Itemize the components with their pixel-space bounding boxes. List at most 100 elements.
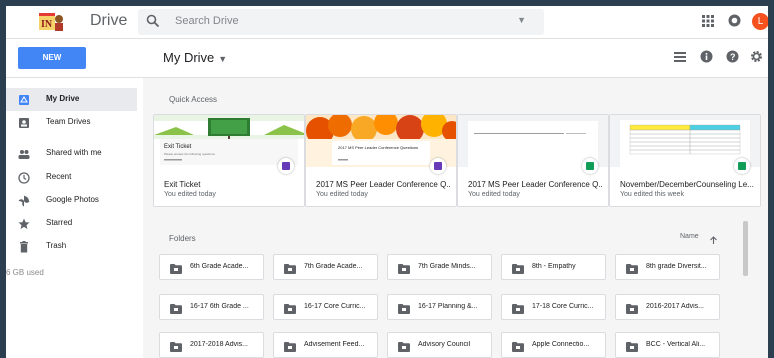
folder-name: 17-18 Core Curric... [532, 303, 594, 310]
team-drives-icon [18, 116, 30, 134]
sheets-icon [734, 158, 750, 174]
notifications-icon[interactable] [728, 14, 741, 32]
quick-access-card[interactable]: 2017 MS Peer Leader Conference Questions… [305, 114, 457, 207]
search-bar[interactable]: Search Drive ▼ [138, 9, 544, 35]
folder-name: 16-17 Planning &... [418, 303, 478, 310]
sidebar-item-label: Starred [46, 218, 73, 227]
folder-icon [626, 261, 638, 279]
folder-item[interactable]: 6th Grade Acade... [159, 254, 264, 280]
folder-item[interactable]: 7th Grade Acade... [273, 254, 378, 280]
folder-name: 7th Grade Minds... [418, 263, 476, 270]
folder-icon [512, 261, 524, 279]
sidebar-item-label: Recent [46, 172, 72, 181]
sidebar-item-label: My Drive [46, 94, 80, 103]
file-subtitle: You edited today [316, 191, 368, 198]
folder-name: 16-17 Core Curric... [304, 303, 366, 310]
my-drive-menu[interactable]: My Drive ▼ [163, 50, 227, 65]
sheets-icon [582, 158, 598, 174]
top-bar: IN Drive Search Drive ▼ L [6, 6, 768, 39]
help-icon[interactable]: ? [726, 50, 739, 68]
sidebar-item-google-photos[interactable]: Google Photos [6, 189, 137, 212]
folder-item[interactable]: 16-17 Core Curric... [273, 294, 378, 320]
sidebar: My Drive Team Drives Shared with me Rece… [6, 78, 143, 358]
sidebar-item-label: Team Drives [46, 117, 91, 126]
folder-icon [170, 301, 182, 319]
sidebar-item-label: Google Photos [46, 195, 99, 204]
star-icon [18, 217, 30, 235]
folder-item[interactable]: 16-17 Planning &... [387, 294, 492, 320]
folder-icon [398, 339, 410, 357]
sidebar-item-recent[interactable]: Recent [6, 166, 137, 189]
file-title: 2017 MS Peer Leader Conference Q... [316, 180, 450, 189]
folder-icon [398, 261, 410, 279]
sidebar-item-label: Shared with me [46, 148, 102, 157]
quick-access-card[interactable]: Exit Ticket Please answer the following … [153, 114, 305, 207]
folder-icon [284, 339, 296, 357]
quick-access-label: Quick Access [169, 95, 218, 104]
folder-item[interactable]: Advisement Feed... [273, 332, 378, 358]
school-logo[interactable]: IN [36, 10, 66, 34]
drive-icon [18, 93, 30, 111]
storage-usage: 6 GB used [6, 268, 44, 277]
account-avatar[interactable]: L [752, 13, 768, 30]
sub-toolbar: NEW My Drive ▼ ? [6, 39, 768, 78]
trash-icon [18, 240, 30, 258]
drive-window: IN Drive Search Drive ▼ L NEW My Drive ▼… [6, 6, 768, 358]
list-view-icon[interactable] [674, 50, 686, 68]
forms-icon [430, 158, 446, 174]
folder-icon [170, 339, 182, 357]
folder-item[interactable]: 2016-2017 Advis... [615, 294, 720, 320]
folder-icon [284, 301, 296, 319]
main-content: Quick Access Exit Ticket Please answer t… [143, 78, 768, 358]
folder-name: 2017-2018 Advis... [190, 341, 248, 348]
info-icon[interactable] [700, 50, 713, 68]
folder-name: 6th Grade Acade... [190, 263, 249, 270]
app-name: Drive [90, 12, 128, 29]
search-options-icon[interactable]: ▼ [517, 15, 526, 25]
folder-item[interactable]: 7th Grade Minds... [387, 254, 492, 280]
folder-name: 8th - Empathy [532, 263, 576, 270]
folder-item[interactable]: BCC - Vertical Ali... [615, 332, 720, 358]
folder-name: Advisement Feed... [304, 341, 365, 348]
clock-icon [18, 171, 30, 189]
folder-item[interactable]: 8th grade Diversit... [615, 254, 720, 280]
quick-access-card[interactable]: 2017 MS Peer Leader Conference Q... You … [457, 114, 609, 207]
folder-name: 2016-2017 Advis... [646, 303, 704, 310]
folder-icon [170, 261, 182, 279]
sidebar-item-trash[interactable]: Trash [6, 235, 137, 258]
folder-icon [284, 261, 296, 279]
people-icon [18, 147, 30, 165]
file-title: 2017 MS Peer Leader Conference Q... [468, 180, 602, 189]
folder-item[interactable]: 2017-2018 Advis... [159, 332, 264, 358]
folder-name: 8th grade Diversit... [646, 263, 707, 270]
folder-item[interactable]: 8th - Empathy [501, 254, 606, 280]
sidebar-item-shared-with-me[interactable]: Shared with me [6, 142, 137, 165]
folder-item[interactable]: 16-17 6th Grade ... [159, 294, 264, 320]
svg-text:IN: IN [41, 19, 53, 30]
svg-text:?: ? [730, 52, 736, 62]
page-title: My Drive [163, 50, 215, 65]
sidebar-item-label: Trash [46, 241, 67, 250]
search-icon[interactable] [146, 14, 160, 33]
new-button[interactable]: NEW [18, 47, 86, 69]
arrow-up-icon[interactable] [709, 232, 718, 250]
scrollbar[interactable] [743, 221, 748, 276]
folder-name: 16-17 6th Grade ... [190, 303, 249, 310]
sort-by-name[interactable]: Name [680, 233, 699, 240]
settings-gear-icon[interactable] [750, 50, 763, 68]
folder-icon [626, 339, 638, 357]
file-subtitle: You edited today [164, 191, 216, 198]
apps-grid-icon[interactable] [702, 14, 714, 32]
file-subtitle: You edited this week [620, 191, 684, 198]
folder-item[interactable]: Apple Connectio... [501, 332, 606, 358]
forms-icon [278, 158, 294, 174]
sidebar-item-my-drive[interactable]: My Drive [6, 88, 137, 111]
sidebar-item-team-drives[interactable]: Team Drives [6, 111, 137, 134]
quick-access-card[interactable]: November/DecemberCounseling Le... You ed… [609, 114, 761, 207]
folders-label: Folders [169, 234, 196, 243]
file-subtitle: You edited today [468, 191, 520, 198]
search-input[interactable]: Search Drive [175, 15, 239, 27]
folder-item[interactable]: Advisory Council [387, 332, 492, 358]
folder-item[interactable]: 17-18 Core Curric... [501, 294, 606, 320]
sidebar-item-starred[interactable]: Starred [6, 212, 137, 235]
